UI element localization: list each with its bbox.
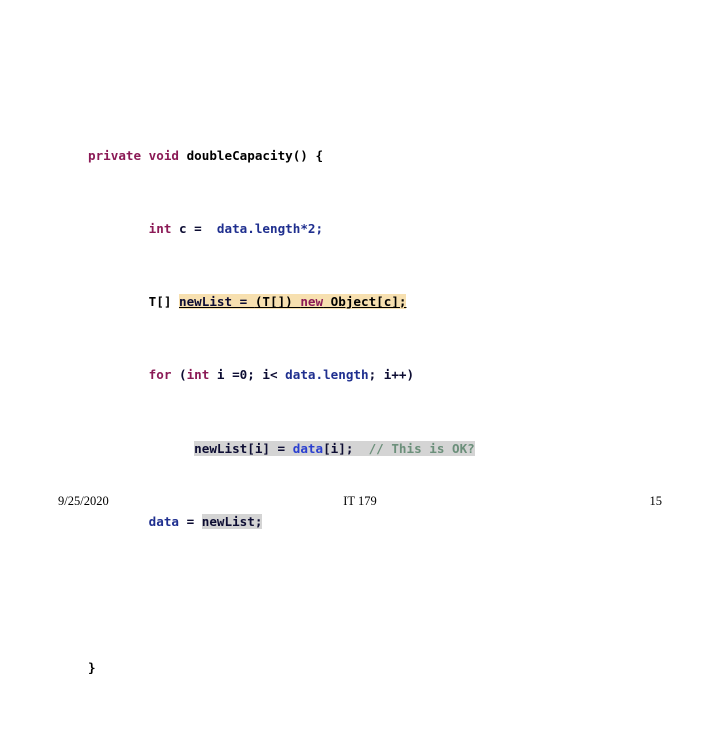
code-token-expression: data.length*2; — [216, 221, 324, 237]
code-line-6: data = newList; — [88, 513, 648, 531]
code-token-data-length: data.length — [285, 367, 369, 383]
code-token-keyword-new: new — [300, 294, 324, 310]
code-line-8: } — [88, 659, 648, 677]
code-line-2: int c = data.length*2; — [88, 220, 648, 238]
code-token-keyword-int: int — [186, 367, 210, 383]
code-line-5: newList[i] = data[i]; // This is OK? — [88, 440, 648, 458]
code-token-newlist-index: newList[i] = — [194, 440, 293, 456]
highlight-copy-statement: newList[i] = data[i]; // This is OK? — [194, 440, 475, 456]
code-block: private void doubleCapacity() { int c = … — [88, 92, 648, 732]
code-line-4: for (int i =0; i< data.length; i++) — [88, 366, 648, 384]
code-token-paren-open: ( — [171, 367, 187, 383]
code-token-object-alloc: Object[c]; — [323, 294, 407, 310]
code-token-keyword: private void — [88, 147, 187, 163]
slide-footer: 9/25/2020 IT 179 15 — [0, 494, 720, 514]
code-line-1: private void doubleCapacity() { — [88, 147, 648, 165]
code-token-loop-init: i =0; i< — [209, 367, 286, 383]
highlight-cast-statement: newList = (T[]) new Object[c]; — [179, 294, 407, 310]
code-token-comment: // This is OK? — [353, 440, 475, 456]
code-indent: T[] — [88, 294, 179, 310]
code-token-assign: c = — [171, 221, 217, 237]
code-token-equals: = — [179, 513, 202, 529]
highlight-newlist-assign: newList; — [201, 513, 263, 529]
footer-course-label: IT 179 — [343, 494, 377, 508]
code-token-keyword-int: int — [148, 221, 172, 237]
code-token-newlist-assign: newList = — [179, 294, 255, 310]
code-token-data: data — [292, 440, 324, 456]
code-line-3: T[] newList = (T[]) new Object[c]; — [88, 293, 648, 311]
code-token-loop-increment: ; i++) — [368, 367, 415, 383]
code-token-cast: (T[]) — [254, 294, 301, 310]
footer-page-number: 15 — [649, 494, 663, 508]
code-token-data-field: data — [148, 513, 180, 529]
slide-canvas: private void doubleCapacity() { int c = … — [0, 0, 720, 675]
code-token-keyword-for: for — [148, 367, 172, 383]
code-token-method-signature: doubleCapacity() { — [186, 147, 324, 163]
code-token-index: [i]; — [323, 440, 354, 456]
code-token-closing-brace: } — [88, 660, 96, 676]
